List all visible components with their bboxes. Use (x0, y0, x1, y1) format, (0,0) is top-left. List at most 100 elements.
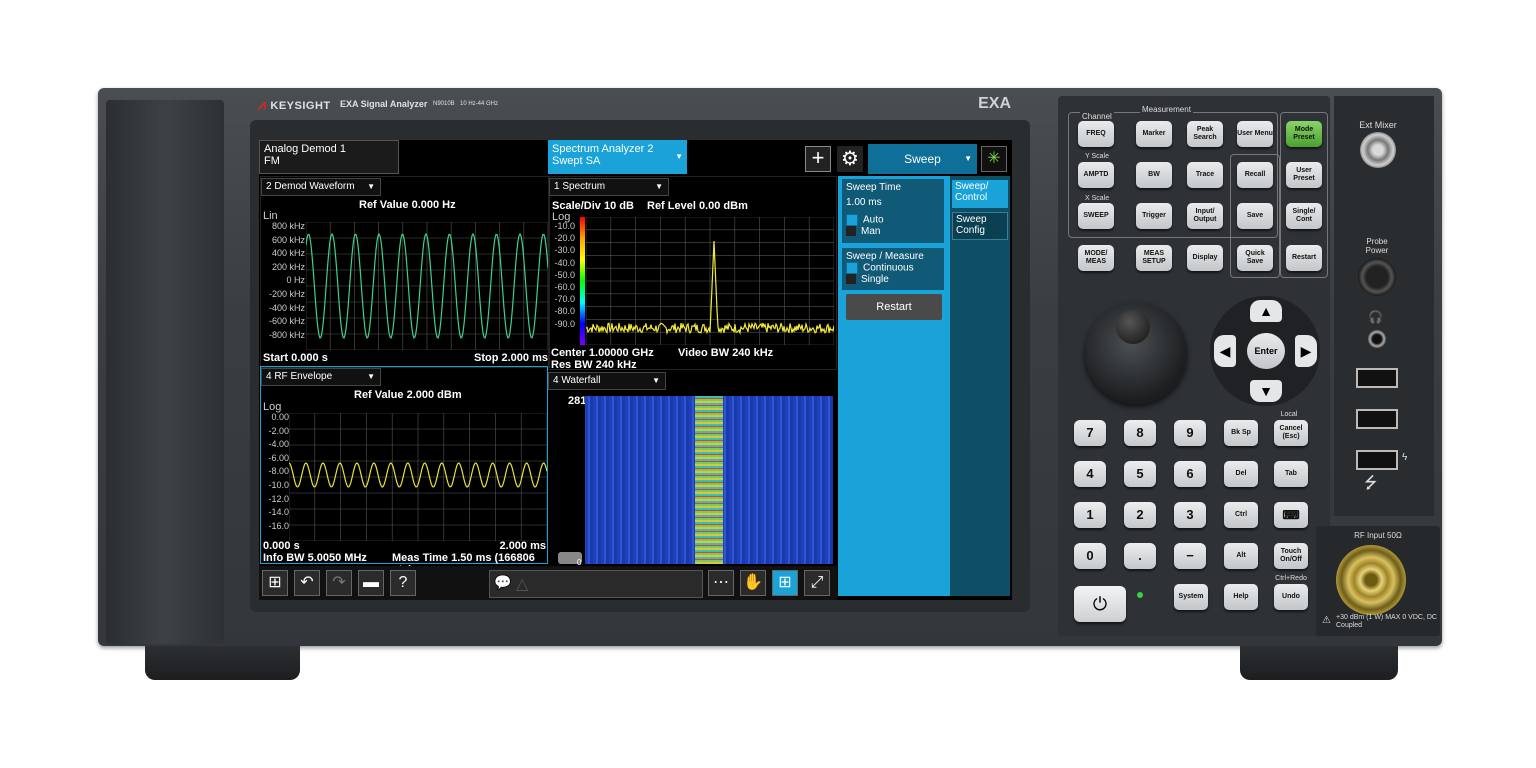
key-4[interactable]: 4 (1074, 461, 1106, 487)
enter-key[interactable]: Enter (1247, 333, 1285, 369)
window-rf-envelope[interactable]: 4 RF Envelope ▼ Ref Value 2.000 dBm Log 0… (260, 366, 548, 576)
redo-icon[interactable]: ↷ (326, 570, 352, 596)
delete-key[interactable]: Del (1224, 461, 1258, 487)
ext-mixer-label: Ext Mixer (1359, 120, 1397, 130)
key-label: SWEEP (1083, 212, 1109, 219)
key-7[interactable]: 7 (1074, 420, 1106, 446)
model-number: N9010B (433, 101, 455, 107)
touch-onoff-key[interactable]: Touch On/Off (1274, 543, 1308, 569)
arrow-up-key[interactable]: ▲ (1250, 300, 1282, 322)
tab-analog-demod[interactable]: Analog Demod 1 FM (259, 140, 399, 174)
key-9[interactable]: 9 (1174, 420, 1206, 446)
side-tab-sweep-config[interactable]: Sweep Config (952, 212, 1008, 240)
layout-tree-icon[interactable]: ⋯ (708, 570, 734, 596)
window-demod-waveform[interactable]: 2 Demod Waveform ▼ Ref Value 0.000 Hz Lin… (260, 176, 550, 368)
backspace-key[interactable]: Bk Sp (1224, 420, 1258, 446)
single-cont-key[interactable]: Single/ Cont (1286, 203, 1322, 229)
trace-key[interactable]: Trace (1187, 162, 1223, 188)
key-2[interactable]: 2 (1124, 502, 1156, 528)
usb-port-1[interactable] (1356, 368, 1398, 388)
save-key[interactable]: Save (1237, 203, 1273, 229)
key-0[interactable]: 0 (1074, 543, 1106, 569)
probe-power-connector[interactable] (1358, 258, 1396, 296)
sweep-status-icon: ✳ (981, 146, 1007, 172)
side-tab-sweep-control[interactable]: Sweep/ Control (952, 180, 1008, 208)
tab-spectrum-analyzer[interactable]: Spectrum Analyzer 2 Swept SA ▼ (548, 140, 687, 174)
headphone-jack[interactable] (1368, 330, 1386, 348)
key-label: AMPTD (1083, 171, 1109, 178)
arrow-right-key[interactable]: ▶ (1295, 335, 1317, 367)
trigger-key[interactable]: Trigger (1136, 203, 1172, 229)
y-tick-label: 200 kHz (271, 261, 305, 272)
ctrl-key[interactable]: Ctrl (1224, 502, 1258, 528)
key-decimal[interactable]: . (1124, 543, 1156, 569)
chevron-down-icon: ▼ (675, 152, 683, 161)
alt-key[interactable]: Alt (1224, 543, 1258, 569)
quick-save-key[interactable]: Quick Save (1237, 245, 1273, 271)
recall-key[interactable]: Recall (1237, 162, 1273, 188)
key-5[interactable]: 5 (1124, 461, 1156, 487)
key-label: Mode Preset (1293, 126, 1315, 141)
display-key[interactable]: Display (1187, 245, 1223, 271)
mode-meas-key[interactable]: MODE/ MEAS (1078, 245, 1114, 271)
key-minus[interactable]: − (1174, 543, 1206, 569)
sweep-key[interactable]: SWEEP (1078, 203, 1114, 229)
cancel-esc-key[interactable]: Cancel (Esc) (1274, 420, 1308, 446)
windows-start-icon[interactable]: ⊞ (262, 570, 288, 596)
y-tick-label: -60.0 (554, 282, 575, 292)
peak-search-key[interactable]: Peak Search (1187, 121, 1223, 147)
ext-mixer-connector[interactable] (1360, 132, 1396, 168)
bw-key[interactable]: BW (1136, 162, 1172, 188)
amptd-key[interactable]: AMPTD (1078, 162, 1114, 188)
softkey-sweep-time[interactable]: Sweep Time 1.00 ms Auto Man (842, 179, 944, 243)
undo-icon[interactable]: ↶ (294, 570, 320, 596)
window-spectrum[interactable]: 1 Spectrum ▼ Scale/Div 10 dB Ref Level 0.… (548, 176, 837, 371)
undo-key[interactable]: Undo (1274, 584, 1308, 610)
multi-window-icon[interactable]: ⊞ (772, 570, 798, 596)
marker-key[interactable]: Marker (1136, 121, 1172, 147)
menu-title: Sweep (904, 152, 941, 166)
key-1[interactable]: 1 (1074, 502, 1106, 528)
rf-input-connector[interactable] (1336, 545, 1406, 615)
window-waterfall[interactable]: 4 Waterfall ▼ 281 0 (548, 370, 835, 567)
key-3[interactable]: 3 (1174, 502, 1206, 528)
system-key[interactable]: System (1174, 584, 1208, 610)
key-label: Trace (1195, 171, 1215, 178)
maximize-icon[interactable]: ⤢ (804, 570, 830, 596)
key-label: Undo (1282, 593, 1300, 600)
tab-key[interactable]: Tab (1274, 461, 1308, 487)
keyboard-key[interactable]: ⌨ (1274, 502, 1308, 528)
local-label: Local (1280, 411, 1298, 418)
add-screen-button[interactable]: + (805, 146, 831, 172)
window-selector-dropdown[interactable]: 4 RF Envelope ▼ (261, 368, 381, 386)
window-selector-dropdown[interactable]: 2 Demod Waveform ▼ (261, 178, 381, 196)
folder-icon[interactable]: ▬ (358, 570, 384, 596)
user-menu-key[interactable]: User Menu (1237, 121, 1273, 147)
meas-setup-key[interactable]: MEAS SETUP (1136, 245, 1172, 271)
mode-preset-key[interactable]: Mode Preset (1286, 121, 1322, 147)
usb-port-2[interactable] (1356, 409, 1398, 429)
freq-key[interactable]: FREQ (1078, 121, 1114, 147)
arrow-down-key[interactable]: ▼ (1250, 380, 1282, 402)
window-selector-dropdown[interactable]: 1 Spectrum ▼ (549, 178, 669, 196)
sweep-menu-selector[interactable]: Sweep ▼ (868, 144, 977, 174)
restart-key[interactable]: Restart (1286, 245, 1322, 271)
key-8[interactable]: 8 (1124, 420, 1156, 446)
key-6[interactable]: 6 (1174, 461, 1206, 487)
tab-label: Spectrum Analyzer 2 (552, 143, 654, 155)
power-icon[interactable]: ⏻ (1074, 586, 1126, 622)
input-output-key[interactable]: Input/ Output (1187, 203, 1223, 229)
window-selector-dropdown[interactable]: 4 Waterfall ▼ (548, 372, 666, 390)
stop-time: 2.000 ms (499, 540, 546, 552)
help-icon[interactable]: ? (390, 570, 416, 596)
touch-lock-icon[interactable]: ✋ (740, 570, 766, 596)
softkey-sweep-measure[interactable]: Sweep / Measure Continuous Single (842, 248, 944, 290)
settings-gear-icon[interactable]: ⚙ (837, 146, 863, 172)
message-bar[interactable]: 💬 △ (489, 570, 703, 598)
usb-port-3[interactable] (1356, 450, 1398, 470)
waterfall-top-count: 281 (568, 395, 587, 407)
help-key[interactable]: Help (1224, 584, 1258, 610)
arrow-left-key[interactable]: ◀ (1214, 335, 1236, 367)
restart-softkey[interactable]: Restart (846, 294, 942, 320)
user-preset-key[interactable]: User Preset (1286, 162, 1322, 188)
